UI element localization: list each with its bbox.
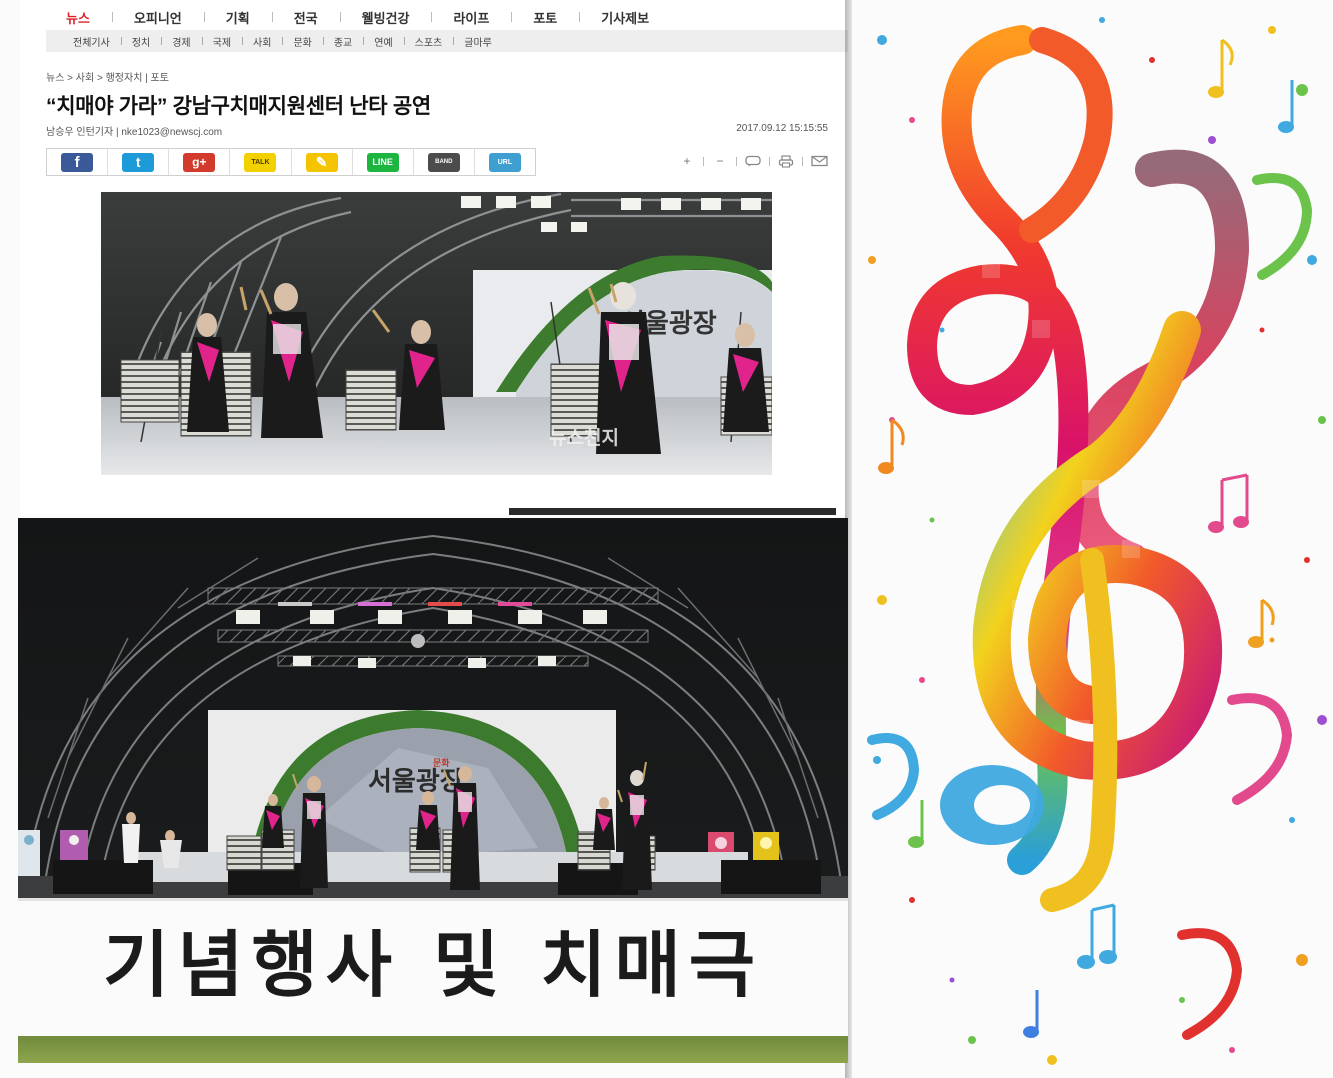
kakaotalk-share-icon: ✎ xyxy=(305,152,338,172)
print-icon[interactable] xyxy=(777,154,795,168)
band-share-icon: BAND xyxy=(427,152,460,172)
tool-divider xyxy=(802,156,803,166)
photo-watermark: 뉴스천지 xyxy=(549,427,619,449)
news-article-panel: 뉴스 오피니언 기획 전국 웰빙건강 라이프 포토 기사제보 전체기사 정치 경… xyxy=(20,0,848,515)
breadcrumb[interactable]: 뉴스 > 사회 > 행정자치 | 포토 xyxy=(46,69,169,84)
twitter-share-icon: t xyxy=(122,152,155,172)
font-size-decrease-button[interactable]: − xyxy=(711,154,729,168)
stage-sign-small: 문화 xyxy=(433,757,450,769)
kakaostory-share-button[interactable]: TALK xyxy=(230,149,292,175)
article-datetime: 2017.09.12 15:15:55 xyxy=(736,123,828,134)
sub-nav-sports[interactable]: 스포츠 xyxy=(403,34,454,49)
facebook-share-icon: f xyxy=(61,152,94,172)
tool-divider xyxy=(736,156,737,166)
sub-nav-international[interactable]: 국제 xyxy=(201,34,242,49)
sub-nav-society[interactable]: 사회 xyxy=(242,34,282,49)
article-tools: + − xyxy=(678,154,828,168)
tool-divider xyxy=(703,156,704,166)
sub-nav-geulmaru[interactable]: 글마루 xyxy=(453,34,503,49)
kakaotalk-share-button[interactable]: ✎ xyxy=(292,149,353,175)
nav-item-life[interactable]: 라이프 xyxy=(431,8,511,27)
nav-item-national[interactable]: 전국 xyxy=(271,8,340,27)
article-byline: 남승우 인턴기자 | nke1023@newscj.com xyxy=(46,127,223,138)
sub-navigation: 전체기사 정치 경제 국제 사회 문화 종교 연예 스포츠 글마루 xyxy=(46,30,848,52)
url-copy-icon: URL xyxy=(488,152,521,172)
twitter-share-button[interactable]: t xyxy=(108,149,170,175)
google-plus-share-button[interactable]: g+ xyxy=(169,149,231,175)
article-photo: 서울광장 뉴스천지 xyxy=(101,192,772,475)
music-note-artwork xyxy=(852,0,1333,1078)
band-share-button[interactable]: BAND xyxy=(414,149,475,175)
nav-item-wellbeing[interactable]: 웰빙건강 xyxy=(339,8,432,27)
nav-item-opinion[interactable]: 오피니언 xyxy=(111,8,204,27)
article-bottom-strip xyxy=(509,508,836,515)
url-copy-button[interactable]: URL xyxy=(475,149,535,175)
email-icon[interactable] xyxy=(810,154,828,168)
facebook-share-button[interactable]: f xyxy=(47,149,109,175)
sub-nav-entertainment[interactable]: 연예 xyxy=(363,34,403,49)
line-share-icon: LINE xyxy=(366,152,399,172)
tool-divider xyxy=(769,156,770,166)
kakaostory-share-icon: TALK xyxy=(244,152,277,172)
line-share-button[interactable]: LINE xyxy=(353,149,414,175)
sub-nav-economy[interactable]: 경제 xyxy=(161,34,201,49)
sub-nav-culture[interactable]: 문화 xyxy=(282,34,322,49)
nav-item-tip-off[interactable]: 기사제보 xyxy=(579,8,671,27)
nav-item-photo[interactable]: 포토 xyxy=(511,8,579,27)
font-size-increase-button[interactable]: + xyxy=(678,154,696,168)
main-navigation: 뉴스 오피니언 기획 전국 웰빙건강 라이프 포토 기사제보 xyxy=(46,6,836,28)
collage-root: 뉴스 오피니언 기획 전국 웰빙건강 라이프 포토 기사제보 전체기사 정치 경… xyxy=(0,0,1333,1078)
stage-banner-text: 기념행사 및 치매극 xyxy=(103,923,763,1007)
article-headline: “치매야 가라” 강남구치매지원센터 난타 공연 xyxy=(46,95,431,118)
treble-clef-illustration xyxy=(852,0,1333,1078)
sub-nav-all[interactable]: 전체기사 xyxy=(62,34,121,49)
sub-nav-politics[interactable]: 정치 xyxy=(120,34,161,49)
stage-performance-photo: 서울광장 문화 기념행사 및 치매극 xyxy=(18,518,848,1063)
comment-icon[interactable] xyxy=(744,154,762,168)
share-bar: f t g+ TALK ✎ LINE BAND URL xyxy=(46,148,536,176)
nav-item-feature[interactable]: 기획 xyxy=(203,8,272,27)
nav-item-news[interactable]: 뉴스 xyxy=(46,8,112,27)
google-plus-share-icon: g+ xyxy=(183,152,216,172)
sub-nav-religion[interactable]: 종교 xyxy=(322,34,363,49)
